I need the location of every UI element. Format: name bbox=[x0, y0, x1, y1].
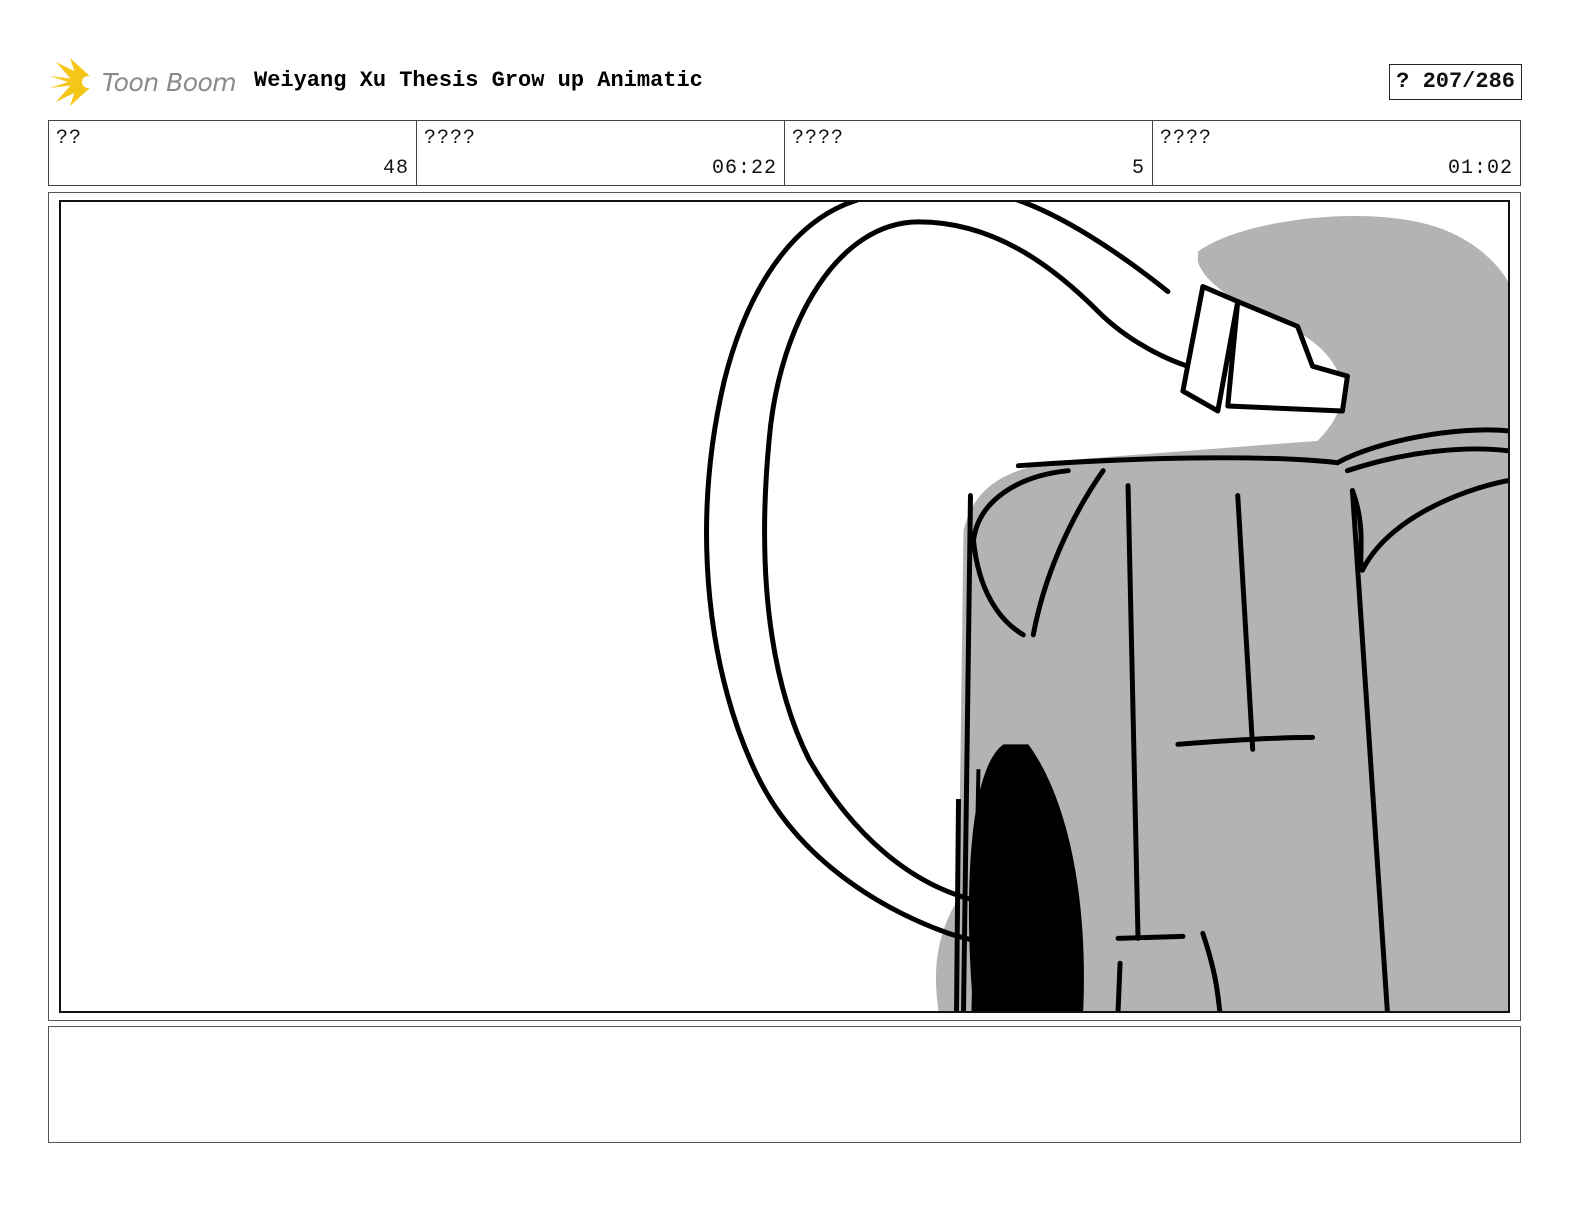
starburst-icon bbox=[50, 58, 94, 106]
panel-drawing bbox=[704, 202, 1508, 1011]
page-counter: ? 207/286 bbox=[1389, 64, 1522, 100]
document-title: Weiyang Xu Thesis Grow up Animatic bbox=[254, 68, 703, 93]
storyboard-panel bbox=[48, 192, 1521, 1021]
info-cell-3: ???? 5 bbox=[785, 121, 1153, 185]
info-cell-1: ?? 48 bbox=[49, 121, 417, 185]
toon-boom-logo: Toon Boom bbox=[48, 56, 237, 108]
info-cell-4: ???? 01:02 bbox=[1153, 121, 1520, 185]
info-label: ???? bbox=[792, 127, 845, 150]
info-cell-2: ???? 06:22 bbox=[417, 121, 785, 185]
info-value: 48 bbox=[382, 157, 409, 180]
info-label: ???? bbox=[1160, 127, 1213, 150]
info-value: 5 bbox=[1131, 157, 1145, 180]
notes-box bbox=[48, 1026, 1521, 1143]
info-value: 01:02 bbox=[1447, 157, 1513, 180]
info-label: ???? bbox=[424, 127, 477, 150]
info-value: 06:22 bbox=[711, 157, 777, 180]
logo-text: Toon Boom bbox=[102, 67, 237, 97]
panel-info-table: ?? 48 ???? 06:22 ???? 5 ???? 01:02 bbox=[48, 120, 1521, 186]
page-header: Toon Boom Weiyang Xu Thesis Grow up Anim… bbox=[48, 56, 1522, 108]
info-label: ?? bbox=[56, 127, 83, 150]
panel-frame bbox=[59, 200, 1510, 1013]
